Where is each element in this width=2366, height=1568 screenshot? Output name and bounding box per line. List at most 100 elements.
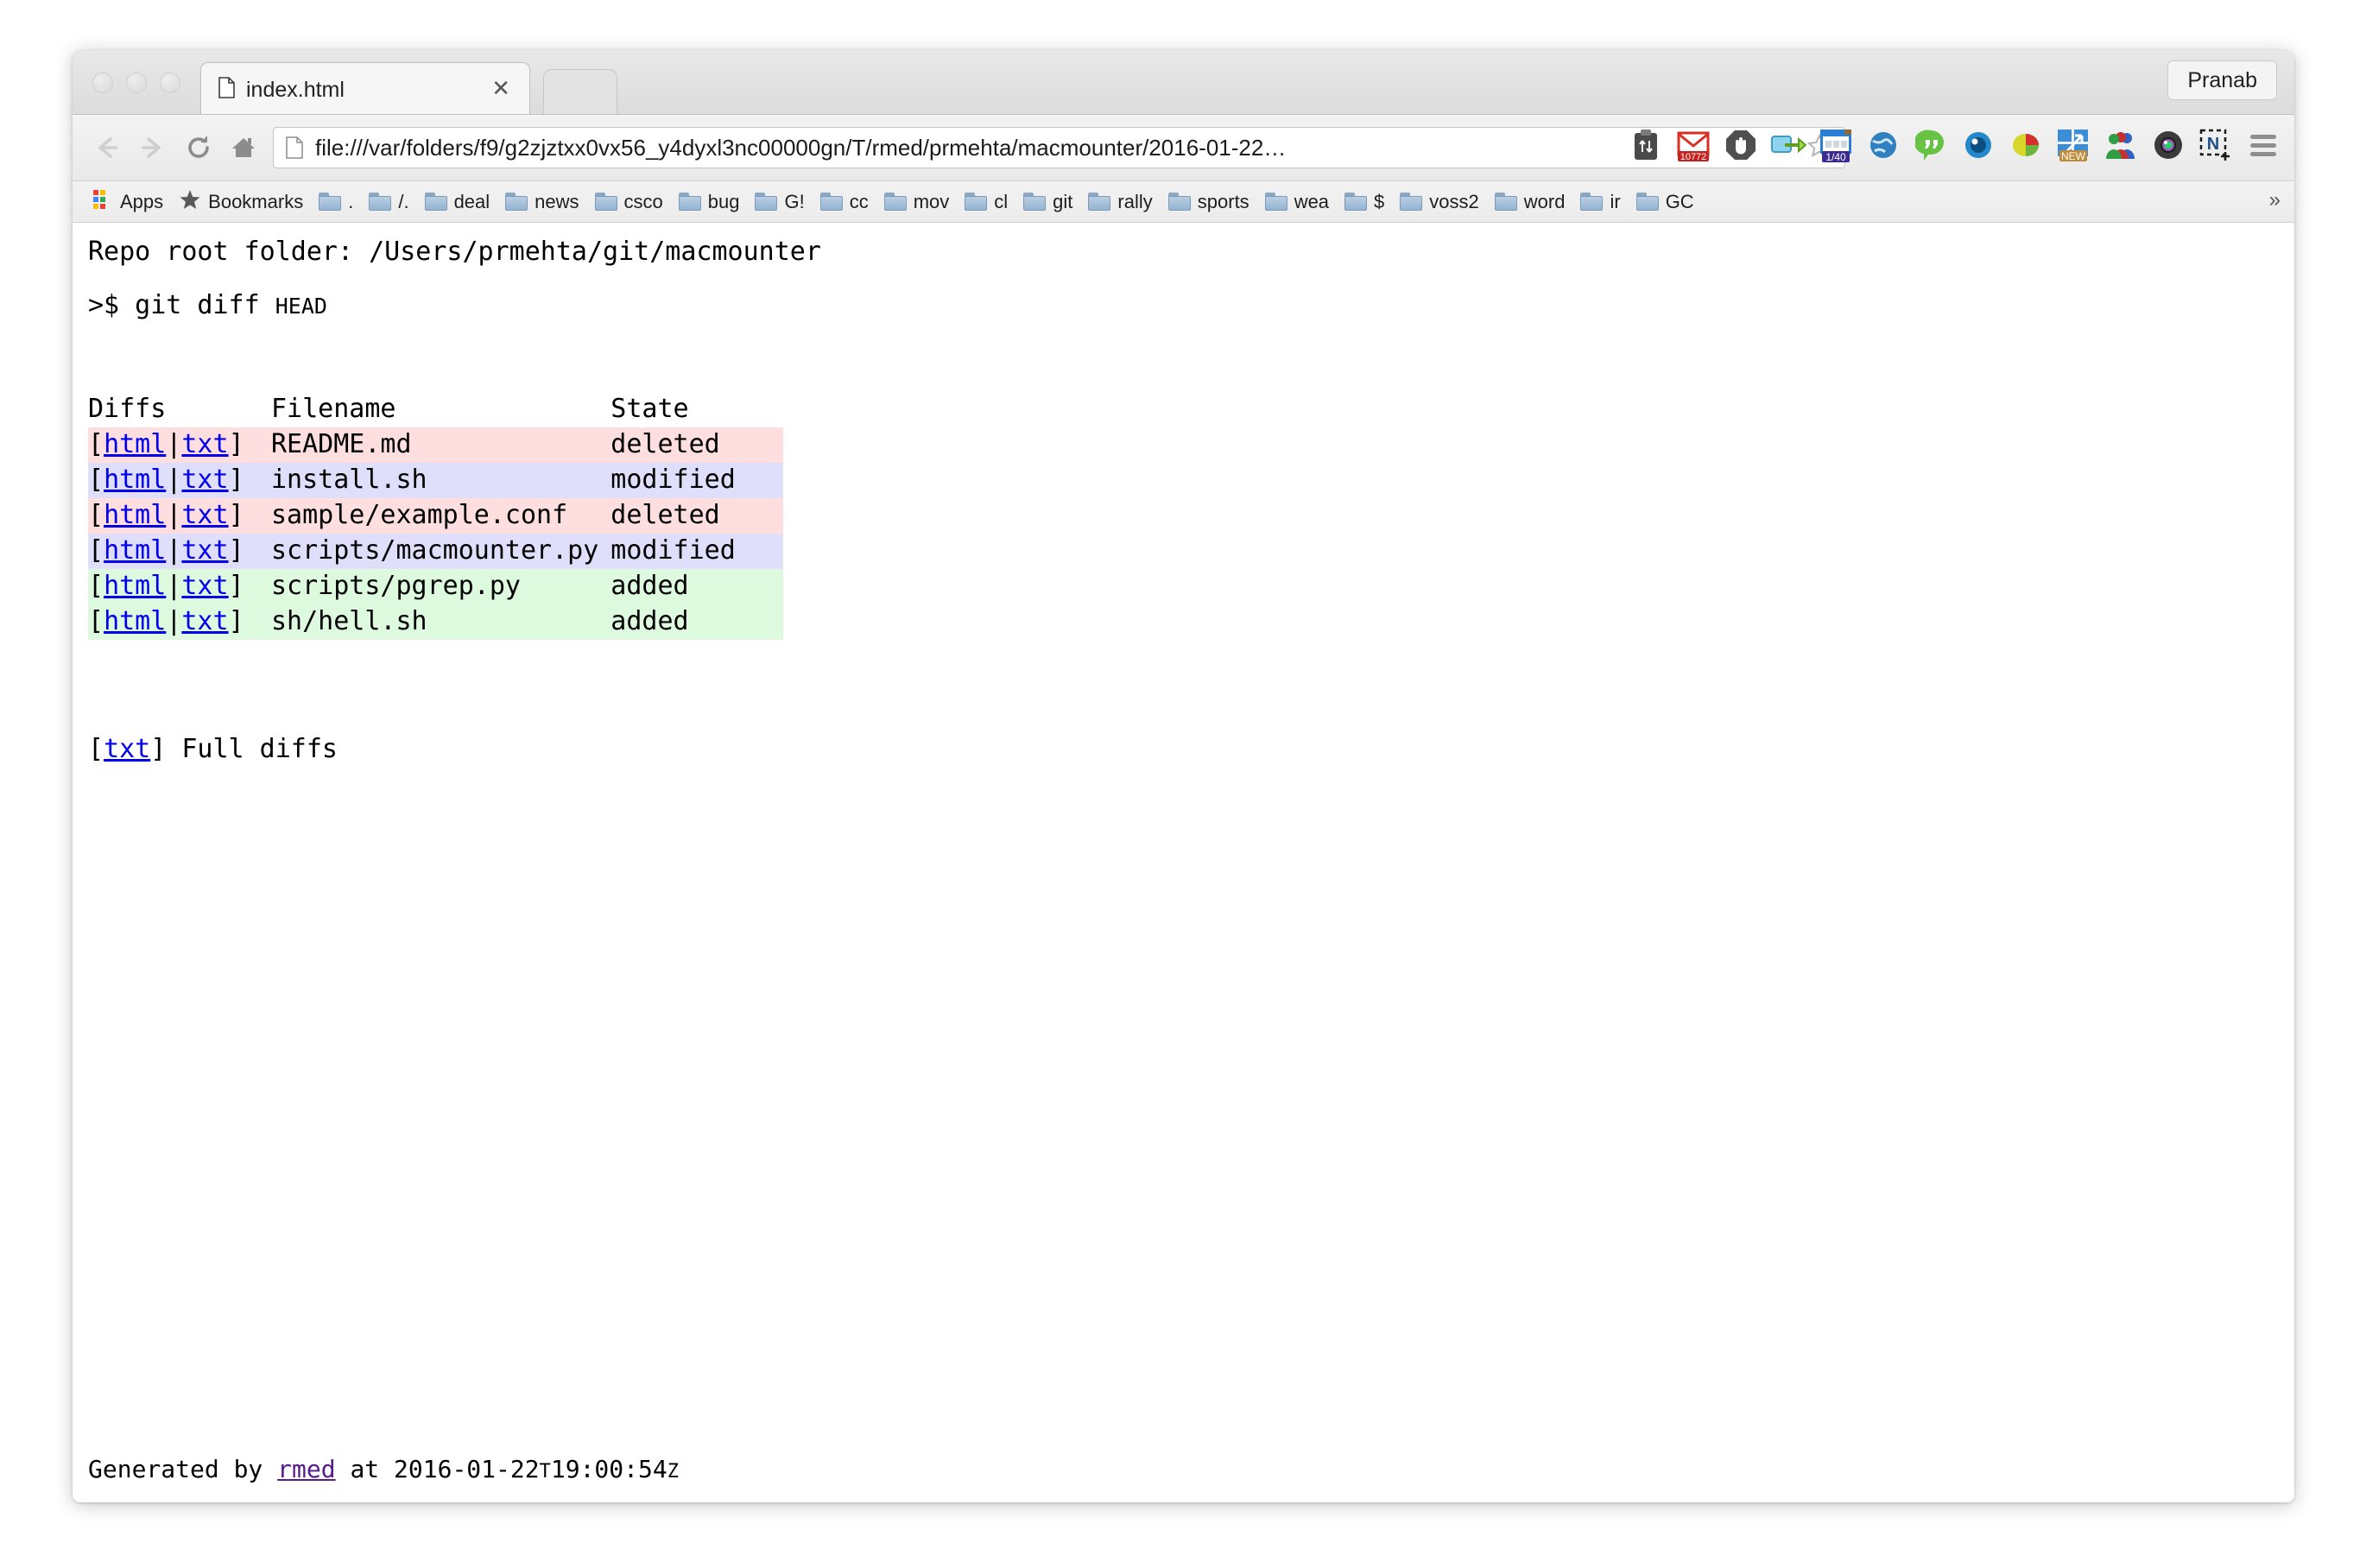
clipboard-sync-icon[interactable]	[1627, 125, 1665, 165]
camera-lens-icon[interactable]	[2149, 125, 2187, 165]
rmed-tool-link[interactable]: rmed	[277, 1455, 335, 1483]
bookmark-label: word	[1524, 191, 1566, 213]
full-diffs-label: Full diffs	[181, 734, 338, 764]
bookmark-folder[interactable]: csco	[587, 187, 671, 218]
folder-icon	[425, 193, 447, 211]
maximize-window-button[interactable]	[160, 73, 180, 93]
bookmark-folder[interactable]: news	[497, 187, 586, 218]
diff-table-head: Diffs Filename State	[88, 394, 783, 427]
navigation-toolbar: file:///var/folders/f9/g2zjztxx0vx56_y4d…	[73, 115, 2294, 181]
txt-diff-link[interactable]: txt	[181, 465, 228, 495]
address-bar[interactable]: file:///var/folders/f9/g2zjztxx0vx56_y4d…	[273, 127, 1845, 168]
folder-icon	[505, 193, 528, 211]
bookmark-apps[interactable]: Apps	[85, 187, 171, 218]
screen-capture-icon[interactable]: NEW	[2054, 125, 2092, 165]
extension-icons: 10772	[1627, 125, 2282, 165]
filename-cell: README.md	[271, 427, 610, 463]
chrome-browser-window: index.html ✕ Pranab	[73, 50, 2294, 1502]
folder-icon	[1023, 193, 1046, 211]
minimize-window-button[interactable]	[126, 73, 147, 93]
bookmark-folder[interactable]: bug	[671, 187, 748, 218]
bookmark-folder[interactable]: cl	[957, 187, 1015, 218]
bookmark-label: mov	[914, 191, 950, 213]
bookmark-folder[interactable]: voss2	[1392, 187, 1486, 218]
bookmark-folder[interactable]: sports	[1161, 187, 1257, 218]
screenshot-root: index.html ✕ Pranab	[0, 0, 2366, 1568]
gmail-icon[interactable]: 10772	[1674, 125, 1712, 165]
tab-strip: index.html ✕ Pranab	[73, 50, 2294, 115]
generated-footer: Generated by rmed at 2016-01-22T19:00:54…	[88, 1455, 679, 1483]
people-group-icon[interactable]	[2102, 125, 2140, 165]
folder-icon	[1088, 193, 1110, 211]
bookmark-folder[interactable]: $	[1337, 187, 1392, 218]
bookmark-folder[interactable]: git	[1015, 187, 1080, 218]
hamburger-menu-icon[interactable]	[2244, 125, 2282, 165]
txt-diff-link[interactable]: txt	[181, 606, 228, 636]
state-cell: modified	[610, 534, 783, 569]
folder-icon	[1580, 193, 1603, 211]
bookmark-folder[interactable]: GC	[1629, 187, 1702, 218]
diff-links-cell: [html|txt]	[88, 534, 271, 569]
html-diff-link[interactable]: html	[104, 429, 166, 459]
html-diff-link[interactable]: html	[104, 606, 166, 636]
bookmark-folder[interactable]: .	[311, 187, 361, 218]
close-window-button[interactable]	[92, 73, 113, 93]
timestamp-t-separator: T	[540, 1461, 551, 1483]
table-row: [html|txt] scripts/macmounter.py modifie…	[88, 534, 783, 569]
window-arrow-icon[interactable]	[1769, 125, 1807, 165]
bookmark-folder[interactable]: deal	[417, 187, 498, 218]
txt-diff-link[interactable]: txt	[181, 535, 228, 566]
link-separator: |	[166, 535, 181, 566]
bookmark-folder[interactable]: ir	[1572, 187, 1628, 218]
html-diff-link[interactable]: html	[104, 535, 166, 566]
html-diff-link[interactable]: html	[104, 500, 166, 530]
page-content: Repo root folder: /Users/prmehta/git/mac…	[73, 223, 2294, 1502]
new-tab-button[interactable]	[543, 69, 617, 114]
bookmark-label: cc	[850, 191, 869, 213]
html-diff-link[interactable]: html	[104, 571, 166, 601]
globe-icon[interactable]	[1864, 125, 1902, 165]
bookmarks-overflow-chevron[interactable]: »	[2269, 188, 2281, 212]
hangouts-quote-icon[interactable]	[1912, 125, 1950, 165]
back-arrow-icon[interactable]	[88, 129, 126, 167]
reload-icon[interactable]	[180, 129, 218, 167]
bracket-open: [	[88, 606, 104, 636]
bracket-close: ]	[229, 606, 244, 636]
bookmark-folder[interactable]: wea	[1257, 187, 1337, 218]
txt-diff-link[interactable]: txt	[181, 500, 228, 530]
bookmark-folder[interactable]: word	[1487, 187, 1573, 218]
evernote-clipper-icon[interactable]: N	[2197, 125, 2235, 165]
folder-icon	[965, 193, 987, 211]
bookmark-label: Bookmarks	[208, 191, 303, 213]
profile-button[interactable]: Pranab	[2167, 60, 2277, 100]
link-separator: |	[166, 429, 181, 459]
bookmark-label: GC	[1666, 191, 1694, 213]
window-traffic-lights	[92, 73, 180, 93]
txt-diff-link[interactable]: txt	[181, 429, 228, 459]
bookmark-folder[interactable]: G!	[747, 187, 812, 218]
state-cell: added	[610, 604, 783, 640]
forward-arrow-icon[interactable]	[133, 129, 171, 167]
bookmark-bookmarks[interactable]: Bookmarks	[171, 187, 311, 218]
bookmark-label: csco	[624, 191, 663, 213]
full-diffs-txt-link[interactable]: txt	[104, 734, 150, 764]
bookmark-folder[interactable]: mov	[876, 187, 958, 218]
bookmark-label: cl	[994, 191, 1008, 213]
tab-index-html[interactable]: index.html ✕	[200, 62, 530, 114]
adblock-hand-icon[interactable]	[1722, 125, 1760, 165]
bracket-close: ]	[229, 465, 244, 495]
bookmark-folder[interactable]: rally	[1080, 187, 1160, 218]
tab-manager-icon[interactable]: 1/40	[1817, 125, 1855, 165]
bookmark-folder[interactable]: cc	[813, 187, 876, 218]
diff-links-cell: [html|txt]	[88, 463, 271, 498]
html-diff-link[interactable]: html	[104, 465, 166, 495]
pie-chart-icon[interactable]	[2007, 125, 2045, 165]
blue-eye-icon[interactable]	[1959, 125, 1997, 165]
full-diffs-line: [txt] Full diffs	[88, 734, 338, 764]
folder-icon	[1400, 193, 1422, 211]
close-icon[interactable]: ✕	[491, 76, 510, 100]
bookmarks-bar: Apps Bookmarks . /. deal news csco bug G…	[73, 181, 2294, 223]
home-icon[interactable]	[225, 129, 263, 167]
txt-diff-link[interactable]: txt	[181, 571, 228, 601]
bookmark-folder[interactable]: /.	[361, 187, 416, 218]
